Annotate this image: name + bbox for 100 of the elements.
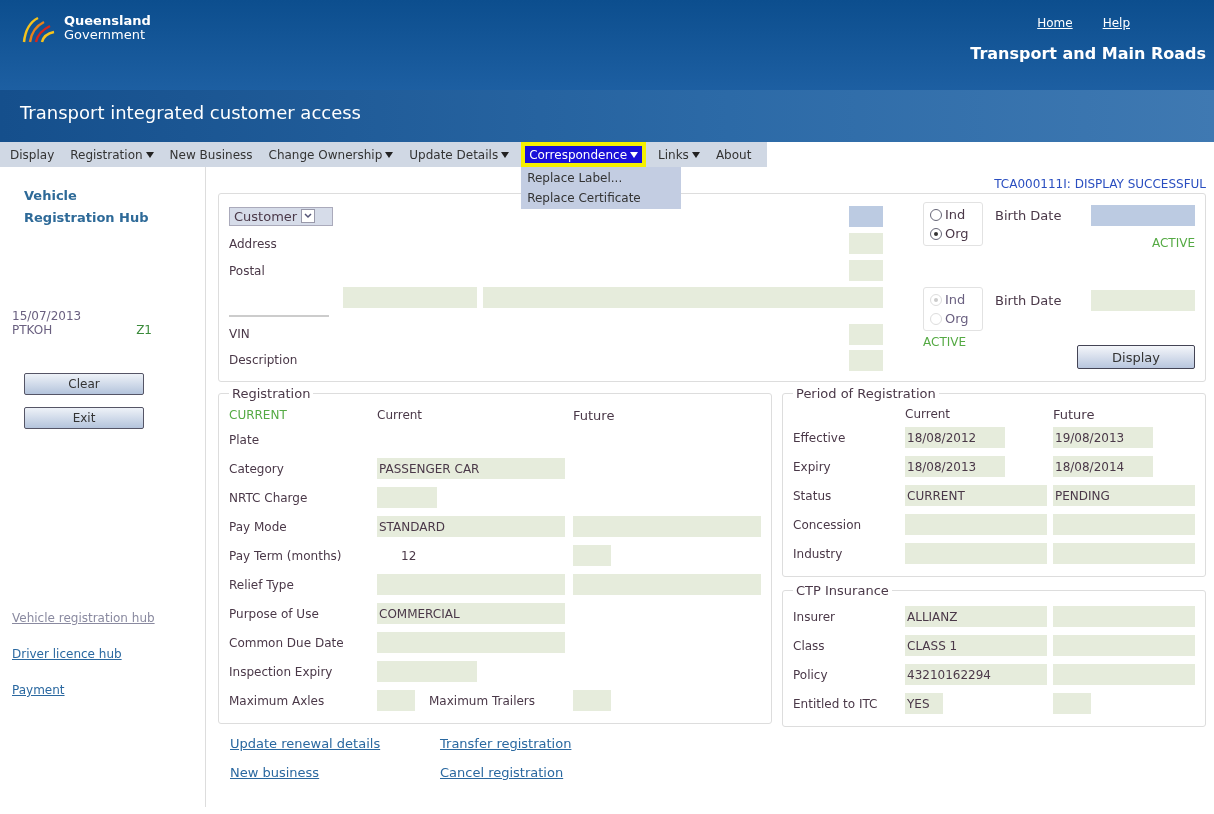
field-label: Category [229, 461, 285, 476]
header-link[interactable]: Help [1102, 16, 1130, 30]
input-field[interactable]: 18/08/2013 [905, 456, 1005, 477]
field-label: Birth Date [995, 292, 1062, 308]
logo-text: Queensland [64, 14, 151, 28]
sidebar-button[interactable]: Clear [24, 373, 144, 395]
input-field[interactable] [377, 690, 415, 711]
menu-item[interactable]: Correspondence [521, 142, 647, 167]
logo-text: Government [64, 28, 147, 42]
input-field[interactable] [1091, 204, 1195, 226]
hub-title: Registration Hub [24, 209, 150, 227]
field-label: Common Due Date [229, 635, 345, 650]
input-field[interactable] [1053, 543, 1195, 564]
input-field[interactable] [1053, 514, 1195, 535]
menu-item[interactable]: Change Ownership [264, 142, 398, 167]
input-field[interactable] [483, 287, 849, 308]
department-name: Transport and Main Roads [970, 44, 1206, 63]
dropdown-item[interactable]: Replace Label... [527, 171, 676, 185]
field-label: Inspection Expiry [229, 664, 334, 679]
input-field[interactable]: 19/08/2013 [1053, 427, 1153, 448]
action-link[interactable]: Transfer registration [440, 736, 640, 751]
field-label: Expiry [793, 459, 832, 474]
field-label: Pay Mode [229, 519, 288, 534]
status-text: CURRENT [229, 408, 287, 422]
field-label: NRTC Charge [229, 490, 309, 505]
input-field[interactable] [1053, 664, 1195, 685]
sidebar-link[interactable]: Driver licence hub [12, 647, 193, 661]
menu-item[interactable]: Registration [66, 142, 158, 167]
app-title: Transport integrated customer access [20, 102, 361, 123]
input-field[interactable]: 43210162294 [905, 664, 1047, 685]
user-id: PTKOH [12, 323, 53, 337]
sidebar-link[interactable]: Vehicle registration hub [12, 611, 193, 625]
input-field[interactable] [1053, 693, 1091, 714]
field-label: Status [793, 488, 833, 503]
input-field[interactable] [573, 545, 611, 566]
display-button[interactable]: Display [1077, 345, 1195, 369]
input-field[interactable]: 18/08/2014 [1053, 456, 1153, 477]
menu-item[interactable]: Links [654, 142, 704, 167]
menu-item[interactable]: About [711, 142, 756, 167]
input-field[interactable]: ALLIANZ [905, 606, 1047, 627]
input-field[interactable] [377, 661, 477, 682]
field-label: Maximum Trailers [429, 693, 537, 708]
input-field[interactable]: 18/08/2012 [905, 427, 1005, 448]
field-label: Birth Date [995, 207, 1062, 223]
action-link[interactable]: Update renewal details [230, 736, 440, 751]
dropdown-item[interactable]: Replace Certificate [527, 191, 676, 205]
field-label: Relief Type [229, 577, 295, 592]
header-link[interactable]: Home [1037, 16, 1073, 30]
action-link[interactable]: Cancel registration [440, 765, 640, 780]
input-field[interactable] [573, 574, 761, 595]
input-field[interactable] [849, 205, 883, 227]
input-field[interactable]: COMMERCIAL [377, 603, 565, 624]
panel-title: Registration [231, 386, 312, 401]
input-field[interactable] [1053, 606, 1195, 627]
input-field[interactable]: CURRENT [905, 485, 1047, 506]
input-field[interactable]: YES [905, 693, 943, 714]
input-field[interactable]: CLASS 1 [905, 635, 1047, 656]
field-label: Purpose of Use [229, 606, 320, 621]
sidebar-button[interactable]: Exit [24, 407, 144, 429]
field-label: Effective [793, 430, 847, 445]
field-label: Policy [793, 667, 829, 682]
input-field[interactable]: PENDING [1053, 485, 1195, 506]
input-field[interactable] [377, 632, 565, 653]
field-label: Entitled to ITC [793, 696, 879, 711]
input-field[interactable] [905, 543, 1047, 564]
input-field[interactable] [1091, 289, 1195, 311]
input-field[interactable] [377, 574, 565, 595]
input-field[interactable] [573, 690, 611, 711]
input-field[interactable] [849, 287, 883, 308]
input-field[interactable] [377, 487, 437, 508]
status-text: ACTIVE [1151, 236, 1195, 250]
action-link[interactable]: New business [230, 765, 440, 780]
input-field[interactable] [573, 516, 761, 537]
field-label: Industry [793, 546, 844, 561]
field-label: Description [229, 353, 299, 367]
menu-item[interactable]: Update Details [405, 142, 514, 167]
sidebar-link[interactable]: Payment [12, 683, 193, 697]
input-field[interactable] [849, 323, 883, 345]
panel-title: CTP Insurance [795, 583, 890, 598]
column-header: Future [573, 407, 615, 423]
input-field[interactable]: STANDARD [377, 516, 565, 537]
hub-title: Vehicle [24, 187, 78, 205]
input-field[interactable] [849, 349, 883, 371]
input-field[interactable] [849, 260, 883, 281]
field-value: 12 [400, 548, 417, 563]
radio-option[interactable]: Org [930, 226, 976, 241]
field-label: VIN [229, 327, 251, 341]
field-label: Plate [229, 432, 260, 447]
field-label: Maximum Axles [229, 693, 326, 708]
status-text: ACTIVE [923, 335, 968, 349]
input-field[interactable] [343, 287, 477, 308]
menu-item[interactable]: New Business [165, 142, 257, 167]
radio-option[interactable]: Ind [930, 207, 976, 222]
input-field[interactable] [905, 514, 1047, 535]
customer-select[interactable]: Customer [229, 206, 333, 226]
input-field[interactable] [849, 233, 883, 254]
input-field[interactable] [1053, 635, 1195, 656]
menu-item[interactable]: Display [6, 142, 59, 167]
input-field[interactable]: PASSENGER CAR [377, 458, 565, 479]
chevron-icon [304, 213, 313, 219]
